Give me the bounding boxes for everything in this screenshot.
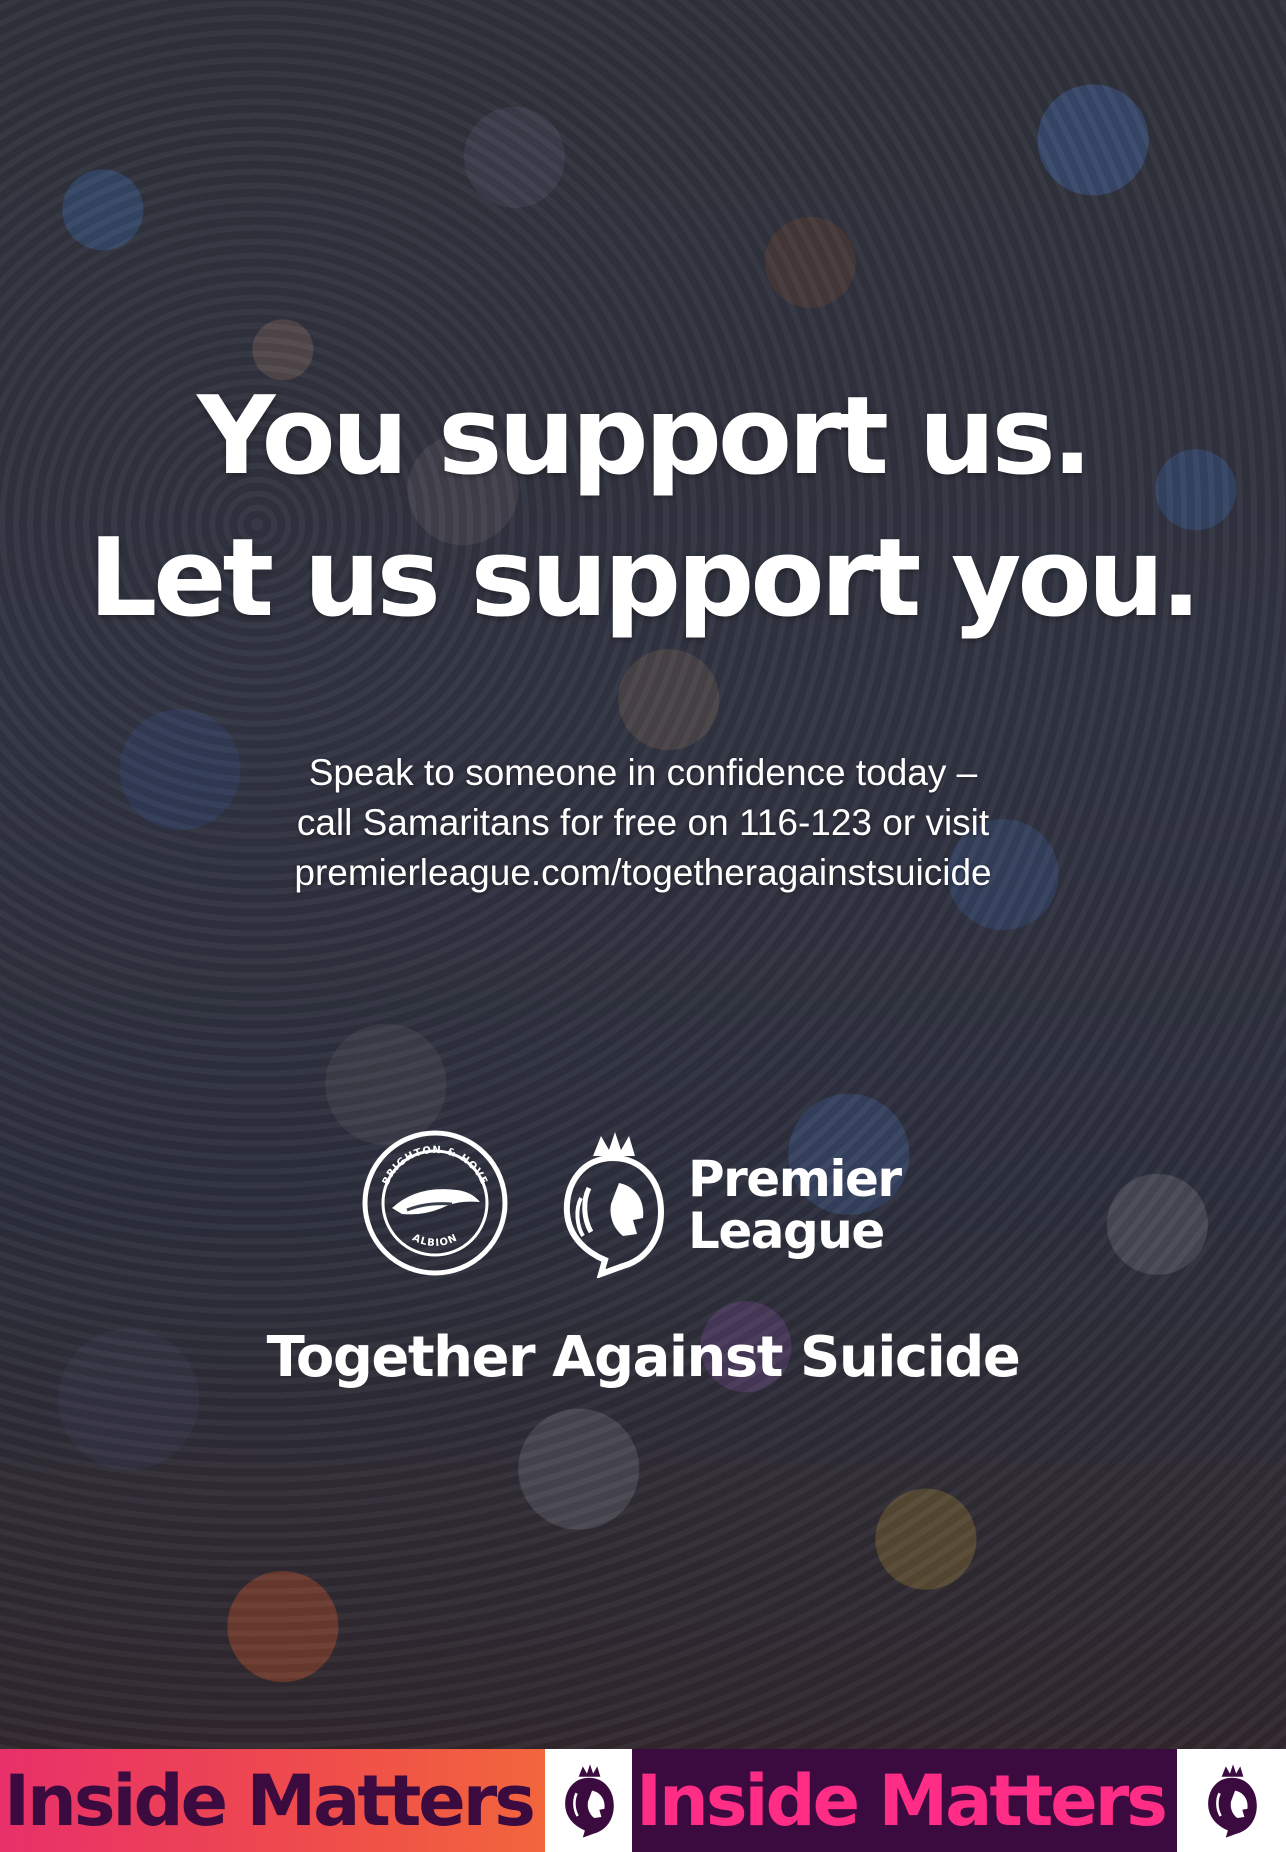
brighton-crest-icon: BRIGHTON & HOVE ALBION	[362, 1130, 508, 1276]
premier-league-word-1: Premier	[688, 1150, 902, 1208]
inside-matters-text-2: Inside Matters	[636, 1759, 1168, 1842]
banner-panel-dark: Inside Matters	[632, 1749, 1177, 1852]
crest-text-top: BRIGHTON & HOVE	[381, 1145, 489, 1187]
partner-logos: BRIGHTON & HOVE ALBION Premier League	[0, 1128, 1286, 1288]
support-message-line-2: call Samaritans for free on 116-123 or v…	[296, 802, 990, 843]
premier-league-lion-icon	[563, 1132, 665, 1278]
support-message-url: premierleague.com/togetheragainstsuicide	[294, 852, 992, 893]
crest-text-bottom: ALBION	[410, 1232, 458, 1249]
svg-text:BRIGHTON & HOVE: BRIGHTON & HOVE	[381, 1145, 490, 1187]
support-message-line-1: Speak to someone in confidence today –	[308, 752, 978, 793]
inside-matters-banner: Inside Matters Inside Matters	[0, 1749, 1286, 1852]
banner-panel-gradient: Inside Matters	[0, 1749, 545, 1852]
premier-league-lion-icon	[564, 1763, 614, 1838]
support-message: Speak to someone in confidence today – c…	[143, 748, 1143, 898]
headline-line-2: Let us support you.	[88, 516, 1201, 641]
premier-league-lion-icon	[1207, 1763, 1257, 1838]
inside-matters-text-1: Inside Matters	[4, 1759, 536, 1842]
campaign-tagline: Together Against Suicide	[266, 1325, 1021, 1390]
premier-league-wordmark: Premier League	[688, 1150, 902, 1260]
banner-panel-logo-1	[545, 1749, 632, 1852]
banner-panel-logo-2	[1177, 1749, 1286, 1852]
premier-league-word-2: League	[688, 1202, 885, 1260]
headline-line-1: You support us.	[197, 374, 1093, 499]
svg-text:ALBION: ALBION	[410, 1232, 459, 1249]
